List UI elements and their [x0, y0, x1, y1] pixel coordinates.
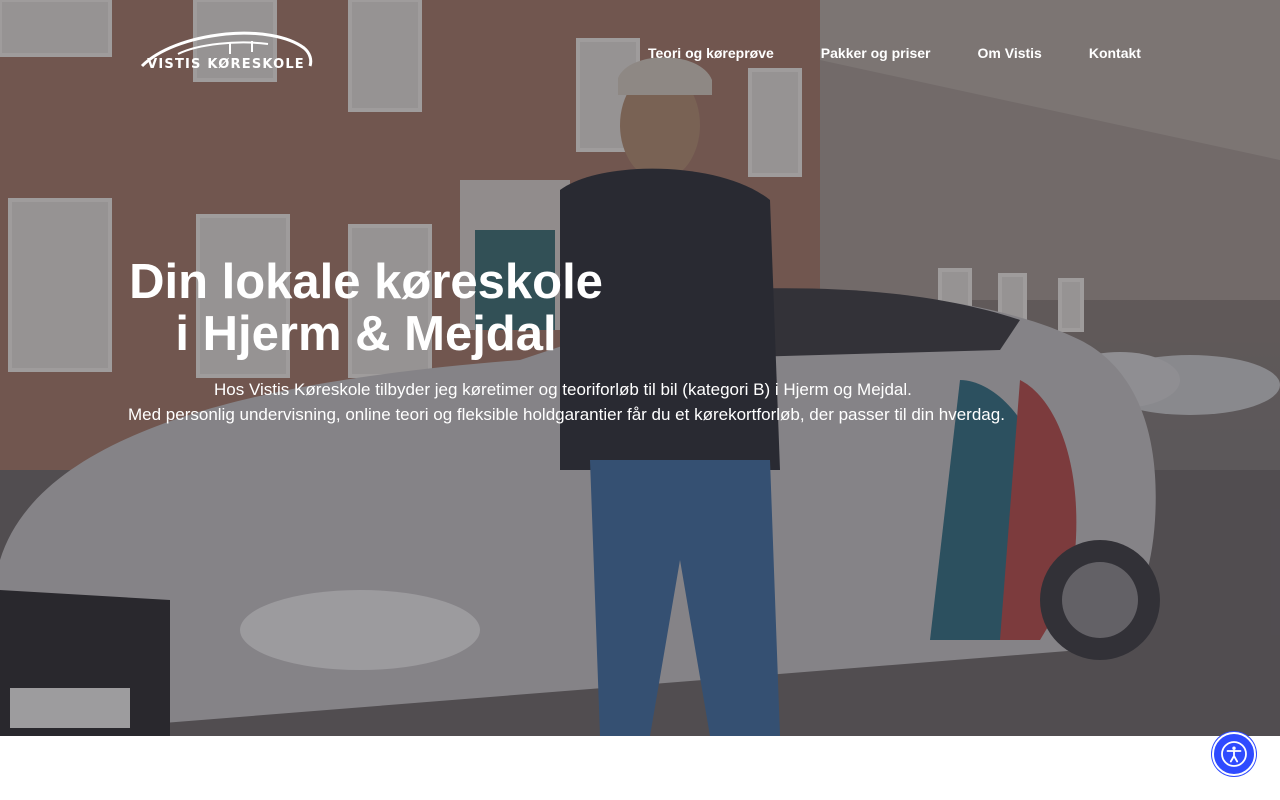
accessibility-button[interactable]: [1212, 732, 1256, 776]
accessibility-person-icon: [1221, 741, 1247, 767]
hero-description-line-1: Hos Vistis Køreskole tilbyder jeg køreti…: [214, 380, 912, 399]
site-header: VISTIS KØRESKOLE Teori og køreprøve Pakk…: [0, 0, 1280, 106]
site-logo[interactable]: VISTIS KØRESKOLE: [138, 28, 314, 76]
nav-link-teori-og-koreprove[interactable]: Teori og køreprøve: [648, 44, 774, 62]
main-navigation: Teori og køreprøve Pakker og priser Om V…: [648, 44, 1141, 62]
nav-link-om-vistis[interactable]: Om Vistis: [978, 44, 1042, 62]
nav-link-kontakt[interactable]: Kontakt: [1089, 44, 1141, 62]
hero-description-line-2: Med personlig undervisning, online teori…: [128, 405, 1005, 424]
hero-section: [0, 0, 1280, 736]
hero-overlay: [0, 0, 1280, 736]
hero-title: Din lokale køreskole i Hjerm & Mejdal: [129, 255, 603, 361]
hero-description: Hos Vistis Køreskole tilbyder jeg køreti…: [128, 377, 1018, 427]
nav-link-pakker-og-priser[interactable]: Pakker og priser: [821, 44, 931, 62]
logo-text: VISTIS KØRESKOLE: [147, 57, 305, 72]
